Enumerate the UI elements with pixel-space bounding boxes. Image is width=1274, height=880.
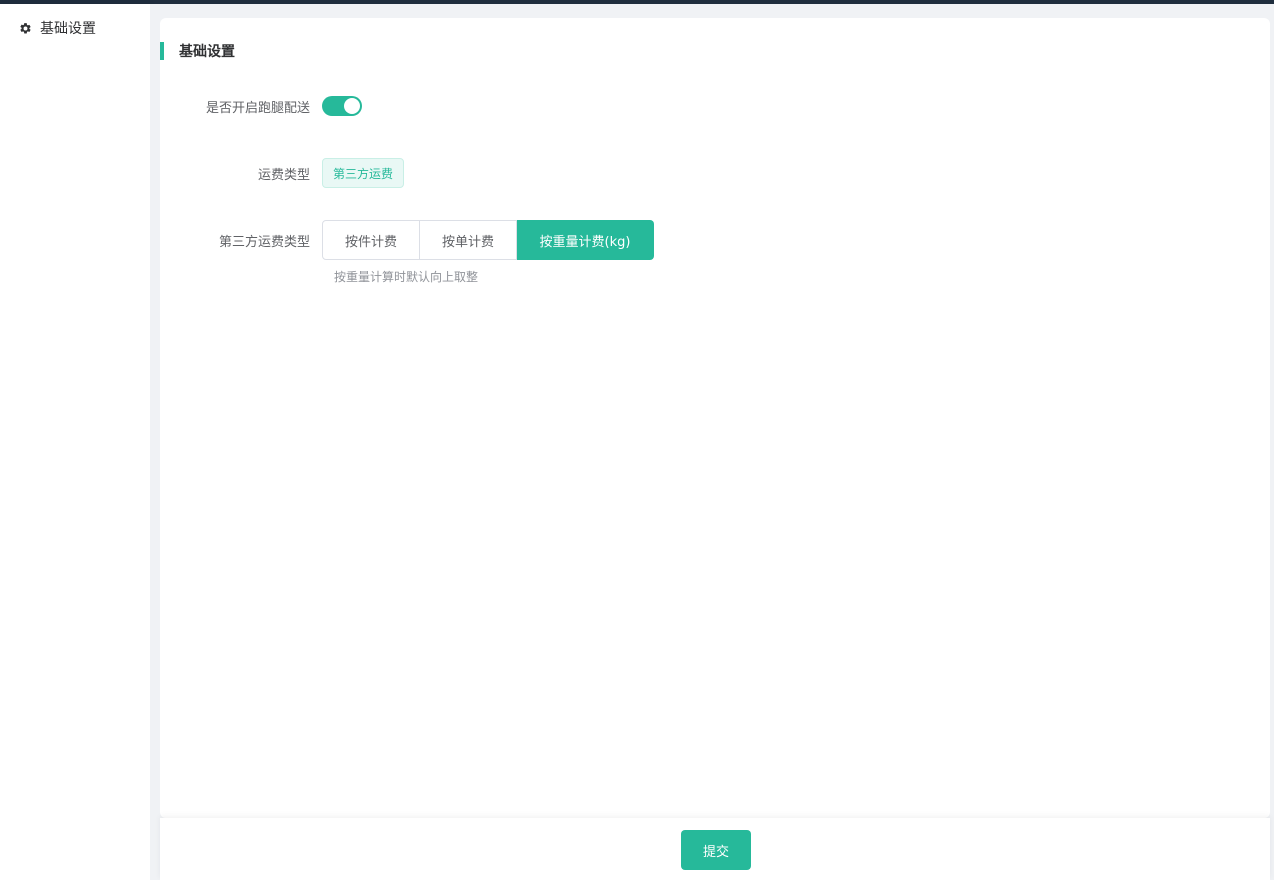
radio-per-weight[interactable]: 按重量计费(kg) <box>517 220 654 260</box>
switch-knob <box>344 98 360 114</box>
gear-icon <box>18 21 32 35</box>
sidebar: 基础设置 <box>0 4 150 880</box>
delivery-switch-label: 是否开启跑腿配送 <box>205 100 310 116</box>
radio-per-item[interactable]: 按件计费 <box>322 220 420 260</box>
main-area: 基础设置 是否开启跑腿配送 运费类型 第三方运费 第三方运费类型 按件计费 按单… <box>150 4 1274 880</box>
weight-rounding-hint: 按重量计算时默认向上取整 <box>334 270 479 284</box>
footer-bar: 提交 <box>160 818 1270 880</box>
sidebar-item-label: 基础设置 <box>40 21 96 37</box>
fee-type-tag: 第三方运费 <box>322 158 405 188</box>
delivery-switch-toggle[interactable] <box>322 96 362 116</box>
form-row-delivery-switch: 是否开启跑腿配送 <box>160 96 362 116</box>
settings-card: 基础设置 是否开启跑腿配送 运费类型 第三方运费 第三方运费类型 按件计费 按单… <box>160 18 1270 818</box>
form-row-third-party-fee-type: 第三方运费类型 按件计费 按单计费 按重量计费(kg) <box>160 220 654 260</box>
third-party-fee-type-label: 第三方运费类型 <box>218 234 310 250</box>
section-title-text: 基础设置 <box>179 44 235 60</box>
section-title: 基础设置 <box>160 42 235 60</box>
submit-button[interactable]: 提交 <box>681 830 751 870</box>
radio-per-order[interactable]: 按单计费 <box>420 220 517 260</box>
fee-type-radio-group: 按件计费 按单计费 按重量计费(kg) <box>322 220 654 260</box>
fee-type-label: 运费类型 <box>257 167 310 183</box>
sidebar-item-basic-settings[interactable]: 基础设置 <box>18 18 96 38</box>
section-accent-bar <box>160 42 164 60</box>
form-row-fee-type: 运费类型 第三方运费 <box>160 158 405 188</box>
